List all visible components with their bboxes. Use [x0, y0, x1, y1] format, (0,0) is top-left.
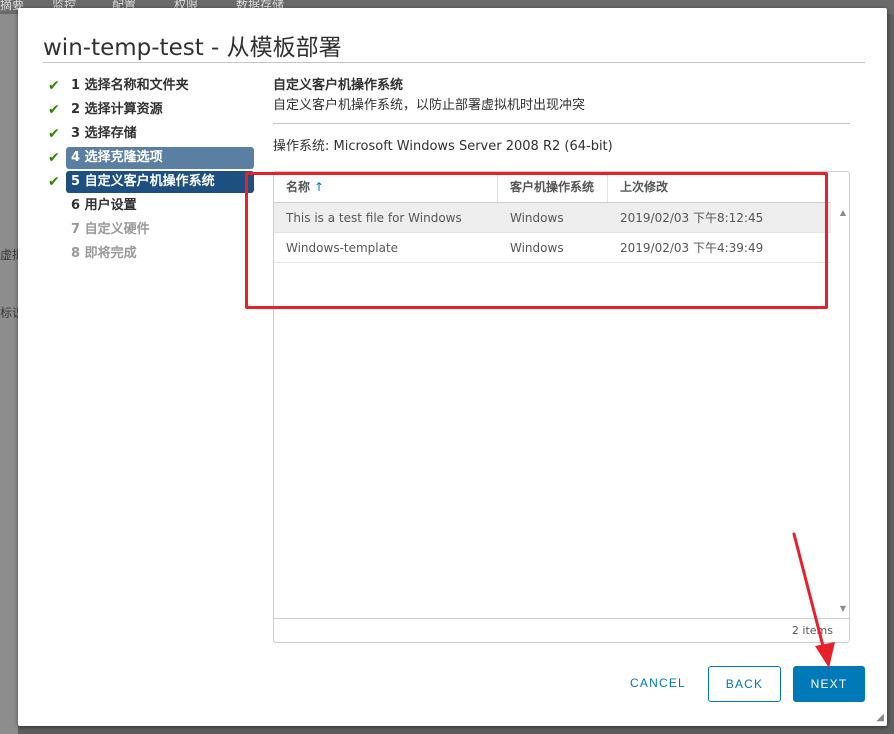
annotation-highlight-box [245, 172, 828, 309]
step-number: 3 [71, 126, 81, 141]
step-label: 选择存储 [84, 126, 137, 141]
check-icon: ✔ [48, 78, 60, 94]
deploy-from-template-dialog: win-temp-test - 从模板部署 ✔ 1 选择名称和文件夹 ✔ 2 选… [18, 8, 887, 726]
grid-footer-item-count: 2 items [274, 618, 849, 642]
check-icon: ✔ [48, 102, 60, 118]
step-label: 自定义硬件 [84, 222, 150, 237]
wizard-step-7: 7 自定义硬件 [48, 218, 258, 242]
step-number: 7 [71, 222, 81, 237]
section-title: 自定义客户机操作系统 [273, 78, 404, 93]
step-label: 选择名称和文件夹 [84, 78, 189, 93]
step-label: 自定义客户机操作系统 [84, 174, 215, 189]
wizard-step-5[interactable]: ✔ 5 自定义客户机操作系统 [48, 170, 258, 194]
check-icon: ✔ [48, 174, 60, 190]
step-label: 选择克隆选项 [84, 150, 163, 165]
step-label: 选择计算资源 [84, 102, 163, 117]
step-number: 1 [71, 78, 81, 93]
resize-grip-icon[interactable]: ◢ [876, 712, 884, 723]
scroll-up-icon[interactable]: ▲ [840, 208, 846, 217]
step-number: 2 [71, 102, 81, 117]
wizard-step-1[interactable]: ✔ 1 选择名称和文件夹 [48, 74, 258, 98]
content-divider [273, 123, 850, 124]
step-content: 自定义客户机操作系统 自定义客户机操作系统，以防止部署虚拟机时出现冲突 操作系统… [273, 74, 851, 157]
wizard-step-4[interactable]: ✔ 4 选择克隆选项 [48, 146, 258, 170]
step-number: 4 [71, 150, 81, 165]
step-number: 6 [71, 198, 81, 213]
wizard-steps: ✔ 1 选择名称和文件夹 ✔ 2 选择计算资源 ✔ 3 选择存储 ✔ 4 选择克… [48, 74, 258, 266]
wizard-step-3[interactable]: ✔ 3 选择存储 [48, 122, 258, 146]
wizard-step-2[interactable]: ✔ 2 选择计算资源 [48, 98, 258, 122]
back-button[interactable]: BACK [708, 666, 781, 702]
next-button[interactable]: NEXT [793, 666, 865, 702]
wizard-step-8: 8 即将完成 [48, 242, 258, 266]
background-panel [0, 14, 18, 734]
os-label: 操作系统: Microsoft Windows Server 2008 R2 (… [273, 139, 613, 154]
step-number: 5 [71, 174, 81, 189]
wizard-step-6[interactable]: 6 用户设置 [48, 194, 258, 218]
check-icon: ✔ [48, 150, 60, 166]
cancel-button[interactable]: CANCEL [613, 666, 703, 702]
dialog-title: win-temp-test - 从模板部署 [43, 35, 342, 61]
title-divider [43, 62, 865, 63]
check-icon: ✔ [48, 126, 60, 142]
scroll-down-icon[interactable]: ▼ [840, 604, 846, 613]
section-description: 自定义客户机操作系统，以防止部署虚拟机时出现冲突 [273, 98, 586, 113]
step-label: 即将完成 [84, 246, 137, 261]
step-number: 8 [71, 246, 81, 261]
step-label: 用户设置 [84, 198, 137, 213]
